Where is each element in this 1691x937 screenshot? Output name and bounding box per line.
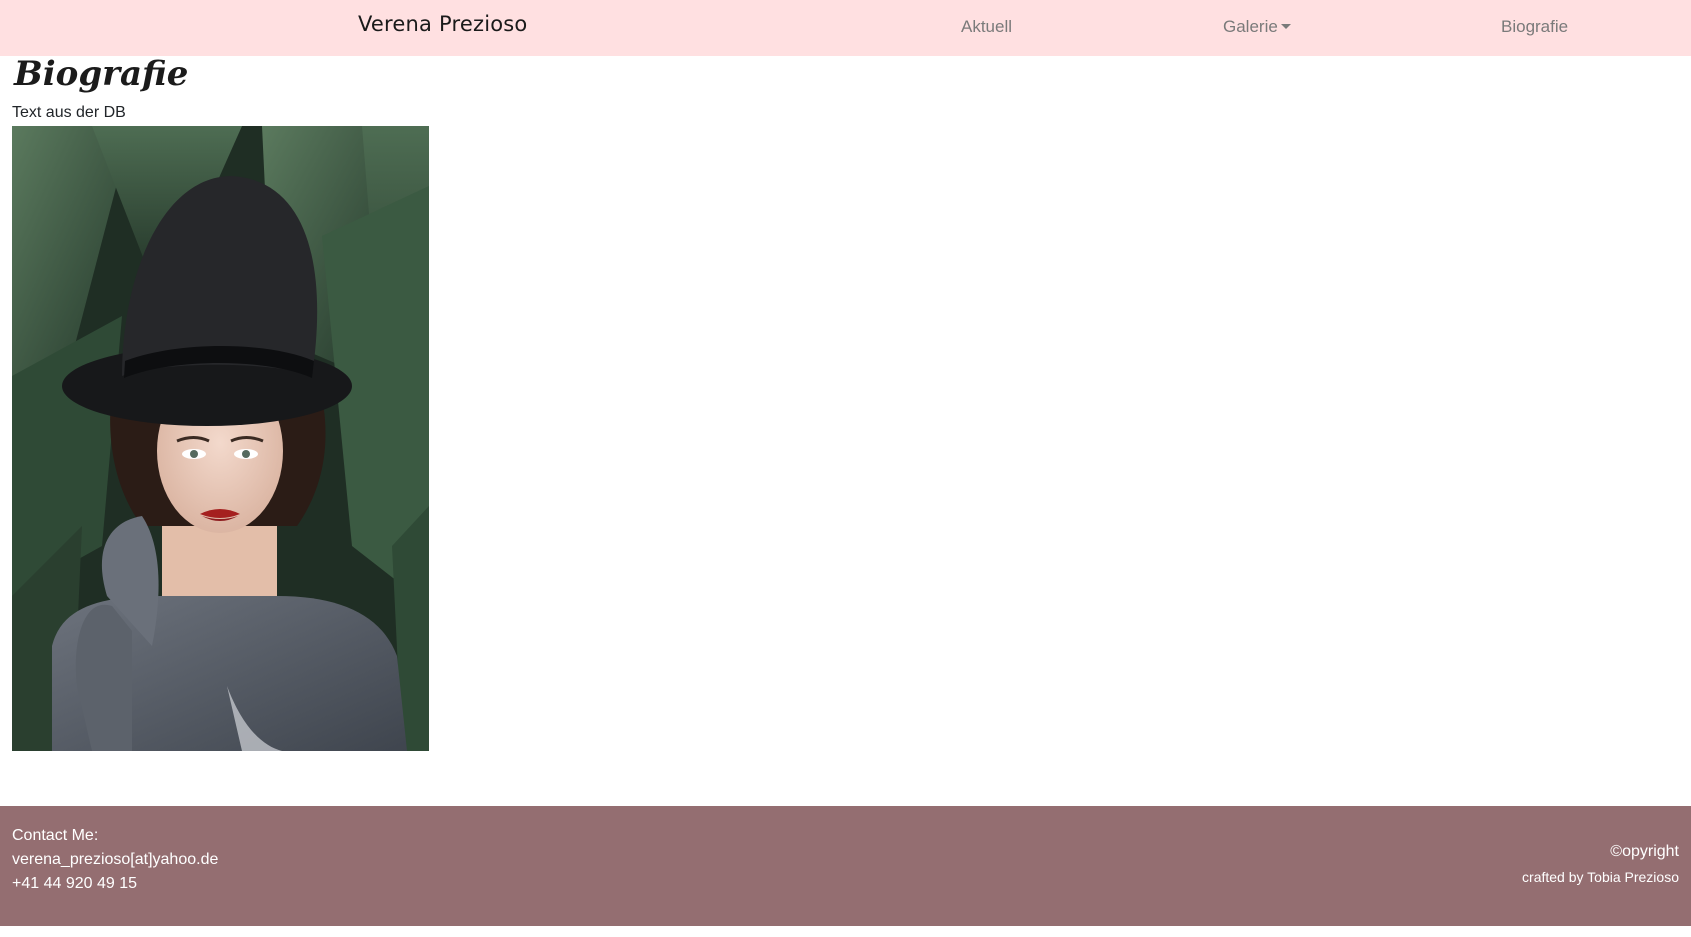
contact-email: verena_prezioso[at]yahoo.de: [12, 851, 219, 868]
navbar: Verena Prezioso Aktuell Galerie Biografi…: [0, 0, 1691, 56]
contact-heading: Contact Me:: [12, 827, 99, 844]
nav-link-biografie[interactable]: Biografie: [1501, 17, 1568, 37]
chevron-down-icon: [1280, 23, 1291, 29]
copyright-text: ©opyright: [1610, 843, 1679, 860]
crafted-by-text: crafted by Tobia Prezioso: [1522, 869, 1679, 885]
portrait-image: [12, 126, 429, 751]
biography-text: Text aus der DB: [12, 104, 126, 121]
page-title: Biografie: [14, 54, 189, 94]
contact-phone: +41 44 920 49 15: [12, 875, 138, 892]
contact-block: Contact Me: verena_prezioso[at]yahoo.de …: [12, 824, 218, 896]
footer: Contact Me: verena_prezioso[at]yahoo.de …: [0, 806, 1691, 926]
nav-link-galerie-label: Galerie: [1223, 17, 1278, 36]
brand-link[interactable]: Verena Prezioso: [358, 12, 527, 36]
nav-link-aktuell[interactable]: Aktuell: [961, 17, 1012, 37]
nav-dropdown-galerie[interactable]: Galerie: [1223, 17, 1291, 37]
